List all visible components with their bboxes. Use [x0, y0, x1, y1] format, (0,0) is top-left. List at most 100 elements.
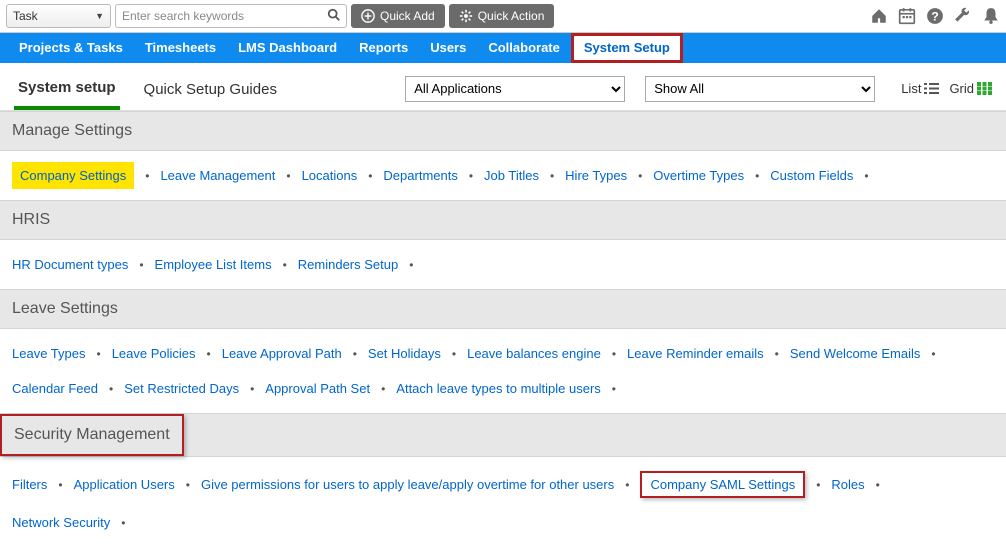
section-header: Leave Settings — [0, 289, 1006, 329]
nav-projects-tasks[interactable]: Projects & Tasks — [8, 33, 134, 63]
search-wrap — [115, 4, 347, 28]
setting-link[interactable]: Leave Approval Path — [222, 343, 342, 364]
setting-link[interactable]: Set Holidays — [368, 343, 441, 364]
setting-link[interactable]: Set Restricted Days — [124, 378, 239, 399]
grid-icon — [977, 82, 992, 95]
setting-link[interactable]: Leave balances engine — [467, 343, 601, 364]
bullet-separator: • — [775, 347, 779, 361]
setting-link[interactable]: Custom Fields — [770, 165, 853, 186]
setting-link[interactable]: Departments — [383, 165, 457, 186]
show-filter-select[interactable]: Show All — [645, 76, 875, 102]
main-nav: Projects & Tasks Timesheets LMS Dashboar… — [0, 33, 1006, 63]
setting-link[interactable]: Approval Path Set — [265, 378, 370, 399]
nav-timesheets[interactable]: Timesheets — [134, 33, 227, 63]
bullet-separator: • — [612, 382, 616, 396]
calendar-icon[interactable] — [898, 7, 916, 25]
wrench-icon[interactable] — [954, 7, 972, 25]
bullet-separator: • — [186, 478, 190, 492]
grid-view-label: Grid — [949, 81, 974, 96]
setting-link[interactable]: Reminders Setup — [298, 254, 398, 275]
setting-link[interactable]: Job Titles — [484, 165, 539, 186]
setting-link[interactable]: Filters — [12, 474, 47, 495]
bullet-separator: • — [353, 347, 357, 361]
link-row: HR Document types • Employee List Items • Re… — [0, 240, 1006, 289]
quick-add-label: Quick Add — [380, 9, 435, 23]
bullet-separator: • — [286, 169, 290, 183]
setting-link[interactable]: Give permissions for users to apply leav… — [201, 474, 614, 495]
setting-link[interactable]: Leave Management — [160, 165, 275, 186]
setting-link[interactable]: Calendar Feed — [12, 378, 98, 399]
sub-tabs: System setup Quick Setup Guides All Appl… — [0, 63, 1006, 111]
bullet-separator: • — [139, 258, 143, 272]
section-header: Manage Settings — [0, 111, 1006, 151]
setting-link[interactable]: Application Users — [74, 474, 175, 495]
setting-link[interactable]: Leave Policies — [112, 343, 196, 364]
bullet-separator: • — [283, 258, 287, 272]
search-input[interactable] — [115, 4, 347, 28]
search-icon[interactable] — [327, 8, 341, 22]
link-row: Company Settings • Leave Management • Locati… — [0, 151, 1006, 200]
section-header: HRIS — [0, 200, 1006, 240]
bullet-separator: • — [864, 169, 868, 183]
setting-link[interactable]: Employee List Items — [155, 254, 272, 275]
bullet-separator: • — [368, 169, 372, 183]
setting-link[interactable]: HR Document types — [12, 254, 128, 275]
bullet-separator: • — [931, 347, 935, 361]
nav-collaborate[interactable]: Collaborate — [477, 33, 571, 63]
bullet-separator: • — [469, 169, 473, 183]
home-icon[interactable] — [870, 7, 888, 25]
task-type-select[interactable]: Task ▼ — [6, 4, 111, 28]
tab-quick-setup-guides[interactable]: Quick Setup Guides — [140, 75, 281, 108]
setting-link[interactable]: Leave Types — [12, 343, 85, 364]
application-filter-select[interactable]: All Applications — [405, 76, 625, 102]
top-icons: ? — [870, 7, 1000, 25]
link-row: Calendar Feed • Set Restricted Days • Approv… — [0, 378, 1006, 413]
task-type-label: Task — [13, 9, 38, 23]
list-view-toggle[interactable]: List — [901, 81, 939, 96]
bell-icon[interactable] — [982, 7, 1000, 25]
nav-users[interactable]: Users — [419, 33, 477, 63]
bullet-separator: • — [452, 347, 456, 361]
grid-view-toggle[interactable]: Grid — [949, 81, 992, 96]
plus-circle-icon — [361, 9, 375, 23]
list-icon — [924, 82, 939, 95]
bullet-separator: • — [755, 169, 759, 183]
setting-link[interactable]: Locations — [302, 165, 358, 186]
setting-link[interactable]: Hire Types — [565, 165, 627, 186]
bullet-separator: • — [550, 169, 554, 183]
quick-add-button[interactable]: Quick Add — [351, 4, 445, 28]
link-row: Leave Types • Leave Policies • Leave Approva… — [0, 329, 1006, 378]
sections-container: Manage Settings Company Settings • Leave Ma… — [0, 111, 1006, 547]
bullet-separator: • — [876, 478, 880, 492]
bullet-separator: • — [96, 347, 100, 361]
bullet-separator: • — [109, 382, 113, 396]
bullet-separator: • — [381, 382, 385, 396]
setting-link[interactable]: Roles — [831, 474, 864, 495]
section-header: Security Management — [0, 414, 184, 456]
quick-action-label: Quick Action — [478, 9, 545, 23]
setting-link[interactable]: Overtime Types — [653, 165, 744, 186]
quick-action-button[interactable]: Quick Action — [449, 4, 555, 28]
nav-system-setup[interactable]: System Setup — [571, 33, 683, 63]
top-toolbar: Task ▼ Quick Add Quick Action ? — [0, 0, 1006, 33]
tab-system-setup[interactable]: System setup — [14, 73, 120, 110]
setting-link[interactable]: Company Settings — [12, 162, 134, 189]
setting-link[interactable]: Network Security — [12, 512, 110, 533]
list-view-label: List — [901, 81, 921, 96]
setting-link[interactable]: Company SAML Settings — [640, 471, 805, 498]
bullet-separator: • — [816, 478, 820, 492]
link-row: Filters • Application Users • Give permissio… — [0, 457, 1006, 512]
bullet-separator: • — [121, 516, 125, 530]
view-toggles: List Grid — [901, 81, 992, 96]
bullet-separator: • — [612, 347, 616, 361]
nav-reports[interactable]: Reports — [348, 33, 419, 63]
bullet-separator: • — [250, 382, 254, 396]
setting-link[interactable]: Leave Reminder emails — [627, 343, 764, 364]
gear-icon — [459, 9, 473, 23]
help-icon[interactable]: ? — [926, 7, 944, 25]
nav-lms-dashboard[interactable]: LMS Dashboard — [227, 33, 348, 63]
bullet-separator: • — [207, 347, 211, 361]
bullet-separator: • — [58, 478, 62, 492]
setting-link[interactable]: Send Welcome Emails — [790, 343, 921, 364]
setting-link[interactable]: Attach leave types to multiple users — [396, 378, 601, 399]
